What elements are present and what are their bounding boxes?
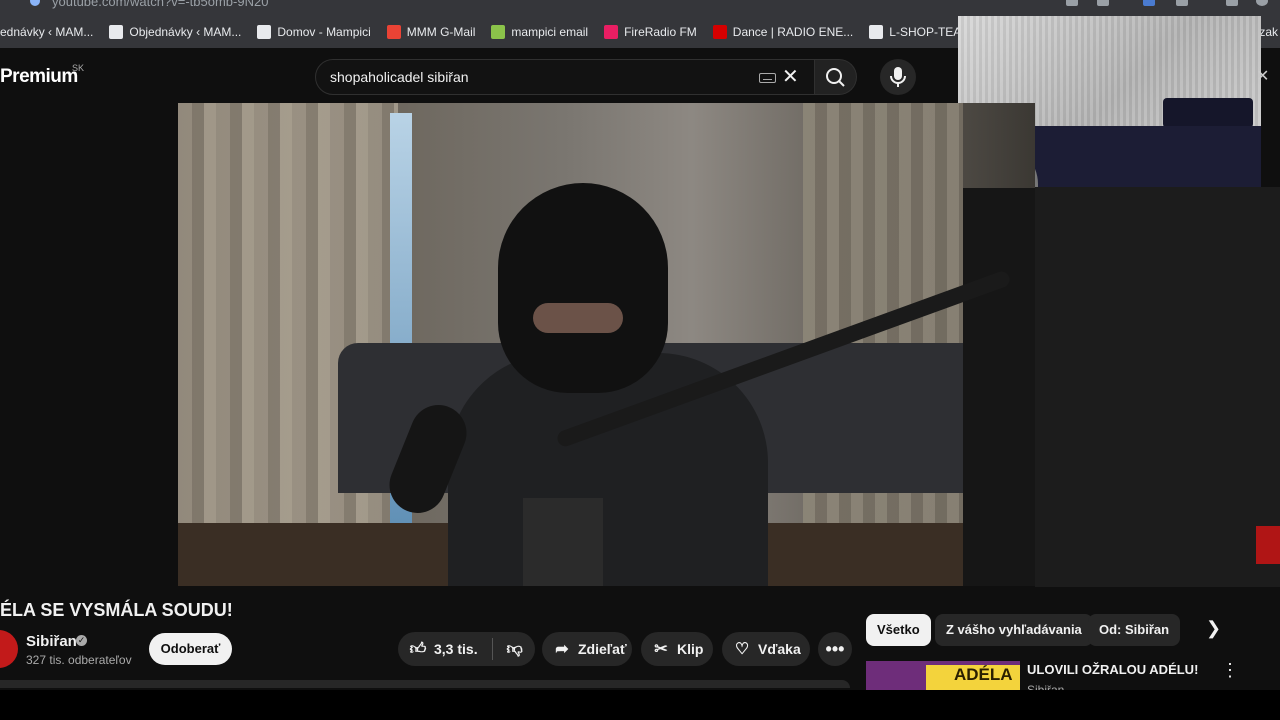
chevron-right-icon[interactable]: ❯	[1206, 618, 1221, 639]
bookmark-item[interactable]: Objednávky ‹ MAM...	[109, 25, 241, 39]
subscriber-count: 327 tis. odberateľov	[26, 653, 132, 667]
tab-icon[interactable]	[1176, 0, 1188, 6]
bookmark-item[interactable]: MMM G-Mail	[386, 25, 476, 39]
side-panel-background	[1035, 187, 1280, 587]
person-balaclava	[498, 183, 668, 393]
sofa	[1003, 126, 1261, 187]
thanks-button[interactable]: ♡ Vďaka	[722, 632, 810, 666]
bottom-strip	[0, 690, 1280, 720]
site-info-icon[interactable]	[30, 0, 40, 6]
video-player[interactable]	[178, 103, 1035, 586]
pillow	[1163, 98, 1253, 128]
bookmark-item[interactable]: Dance | RADIO ENE...	[712, 25, 854, 39]
voice-search-button[interactable]	[880, 59, 916, 95]
email-icon	[491, 25, 506, 39]
gmail-icon	[386, 25, 401, 39]
thumbs-down-icon[interactable]: 👎︎	[505, 640, 525, 659]
search-box[interactable]: shopaholicadel sibiřan ✕	[315, 59, 815, 95]
heart-dollar-icon: ♡	[734, 641, 750, 658]
thumbnail-edge[interactable]	[1256, 526, 1280, 564]
thumbs-up-icon[interactable]: 👍︎	[408, 640, 428, 659]
clip-label: Klip	[677, 641, 704, 657]
description-box[interactable]	[0, 680, 850, 688]
youtube-premium-logo[interactable]: Premium	[0, 66, 78, 88]
radio-energy-icon	[712, 25, 727, 39]
bookmark-label: MMM G-Mail	[406, 25, 476, 39]
more-vertical-icon[interactable]: ⋮	[1221, 660, 1239, 681]
like-dislike-group: 👍︎ 3,3 tis. 👎︎	[398, 632, 535, 666]
video-title: ÉLA SE VYSMÁLA SOUDU!	[0, 600, 233, 620]
bookmark-label: Objednávky ‹ MAM...	[129, 25, 242, 39]
bookmark-item[interactable]: ednávky ‹ MAM...	[0, 25, 93, 39]
channel-avatar[interactable]	[0, 630, 18, 668]
recommendation-thumbnail[interactable]: ADÉLA	[866, 661, 1020, 690]
mampici-icon	[257, 25, 272, 39]
scissors-icon: ✂	[654, 641, 668, 658]
share-label: Zdieľať	[578, 641, 627, 657]
chevron-down-icon[interactable]	[1226, 0, 1238, 6]
url-text[interactable]: youtube.com/watch?v=-tb5omb-9N20	[52, 0, 268, 9]
more-horizontal-icon: •••	[825, 638, 845, 659]
channel-name[interactable]: Sibiřan	[26, 633, 77, 650]
search-button[interactable]	[815, 59, 857, 95]
search-input[interactable]: shopaholicadel sibiřan	[330, 69, 469, 85]
bookmark-label: Dance | RADIO ENE...	[732, 25, 854, 39]
chip-from-search[interactable]: Z vášho vyhľadávania	[935, 614, 1093, 646]
keyboard-icon[interactable]	[759, 73, 776, 83]
recommendation-title[interactable]: ULOVILI OŽRALOU ADÉLU!	[1027, 662, 1198, 677]
region-code: SK	[72, 63, 85, 73]
thumbnail-text: ADÉLA	[954, 665, 1013, 684]
clip-button[interactable]: ✂ Klip	[641, 632, 713, 666]
bookmark-star-icon[interactable]	[1097, 0, 1109, 6]
fireradio-icon	[604, 25, 619, 39]
chip-all[interactable]: Všetko	[866, 614, 931, 646]
cast-icon[interactable]	[1066, 0, 1078, 6]
bookmark-label: ednávky ‹ MAM...	[0, 25, 94, 39]
search-icon	[826, 68, 845, 87]
mampici-icon	[109, 25, 124, 39]
like-count[interactable]: 3,3 tis.	[434, 641, 478, 657]
bookmark-item[interactable]: mampici email	[491, 25, 588, 39]
more-actions-button[interactable]: •••	[818, 632, 852, 666]
bookmark-label: FireRadio FM	[624, 25, 697, 39]
verified-icon: ✓	[76, 635, 87, 646]
close-icon[interactable]: ✕	[1256, 66, 1269, 86]
extension-icon[interactable]	[1143, 0, 1155, 6]
microphone-icon	[890, 67, 906, 87]
close-icon[interactable]: ✕	[782, 64, 799, 89]
bookmark-item[interactable]: FireRadio FM	[604, 25, 697, 39]
share-button[interactable]: ➦ Zdieľať	[542, 632, 632, 666]
bookmark-label: Domov - Mampici	[277, 25, 371, 39]
bookmark-item[interactable]: Domov - Mampici	[257, 25, 371, 39]
thanks-label: Vďaka	[758, 641, 801, 657]
subscribe-button[interactable]: Odoberať	[149, 633, 232, 665]
share-arrow-icon: ➦	[555, 641, 569, 658]
bookmark-label: mampici email	[511, 25, 589, 39]
profile-avatar[interactable]	[1256, 0, 1268, 6]
lshop-icon	[869, 25, 884, 39]
browser-url-bar[interactable]: youtube.com/watch?v=-tb5omb-9N20	[0, 0, 1280, 16]
chip-from-channel[interactable]: Od: Sibiřan	[1088, 614, 1181, 646]
